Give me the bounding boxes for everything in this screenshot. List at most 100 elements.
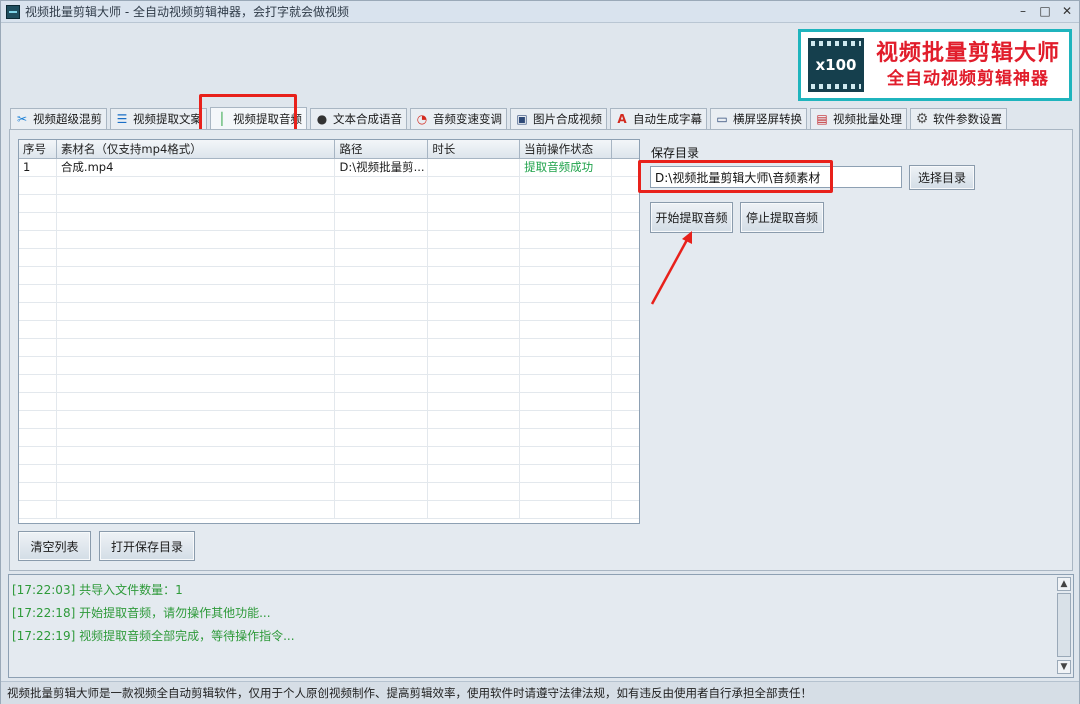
empty-cell [428,375,521,392]
tab-audio-speed[interactable]: ◔ 音频变速变调 [410,108,507,129]
empty-cell [57,231,336,248]
tab-label: 图片合成视频 [533,112,602,126]
maximize-button[interactable]: □ [1039,4,1051,18]
save-dir-highlight-box [638,160,833,193]
empty-cell [335,447,429,464]
empty-table-row [19,303,639,321]
tab-orientation-convert[interactable]: ▭ 横屏竖屏转换 [710,108,807,129]
tab-settings[interactable]: ⚙ 软件参数设置 [910,108,1007,129]
clear-list-button[interactable]: 清空列表 [18,531,91,561]
choose-dir-button[interactable]: 选择目录 [909,165,975,190]
empty-cell [520,303,613,320]
empty-cell [612,267,639,284]
empty-cell [57,429,336,446]
empty-cell [335,249,429,266]
empty-cell [19,483,57,500]
empty-cell [19,195,57,212]
tab-label: 软件参数设置 [933,112,1002,126]
empty-cell [335,267,429,284]
empty-cell [57,339,336,356]
cell-filler [612,159,639,176]
empty-cell [19,501,57,518]
empty-table-row [19,231,639,249]
empty-cell [57,177,336,194]
empty-cell [57,321,336,338]
empty-cell [612,321,639,338]
empty-table-row [19,429,639,447]
cell-status: 提取音频成功 [520,159,613,176]
table-header: 序号 素材名（仅支持mp4格式） 路径 时长 当前操作状态 [19,140,639,159]
empty-cell [19,357,57,374]
empty-cell [19,321,57,338]
column-header-path[interactable]: 路径 [335,140,429,158]
empty-cell [428,321,521,338]
empty-cell [520,429,613,446]
save-dir-label: 保存目录 [651,146,700,160]
empty-cell [612,465,639,482]
minimize-button[interactable]: – [1017,4,1029,18]
empty-cell [428,357,521,374]
empty-cell [57,267,336,284]
empty-cell [428,411,521,428]
empty-cell [520,195,613,212]
column-header-index[interactable]: 序号 [19,140,57,158]
empty-cell [57,411,336,428]
tab-highlight-box [199,94,297,132]
empty-cell [612,411,639,428]
gauge-icon: ◔ [416,112,428,126]
column-header-name[interactable]: 素材名（仅支持mp4格式） [57,140,336,158]
empty-cell [335,321,429,338]
empty-table-row [19,375,639,393]
log-line: [17:22:19] 视频提取音频全部完成，等待操作指令... [12,629,295,643]
empty-cell [19,375,57,392]
column-header-status[interactable]: 当前操作状态 [520,140,613,158]
brand-banner: x100 视频批量剪辑大师 全自动视频剪辑神器 [798,29,1072,101]
scroll-up-icon[interactable]: ▲ [1057,577,1071,591]
log-scrollbar[interactable]: ▲ ▼ [1056,576,1072,676]
empty-cell [428,213,521,230]
tab-text-to-speech[interactable]: ● 文本合成语音 [310,108,407,129]
tab-auto-subtitle[interactable]: A 自动生成字幕 [610,108,707,129]
empty-table-row [19,411,639,429]
tab-extract-text[interactable]: ☰ 视频提取文案 [110,108,207,129]
empty-cell [57,375,336,392]
window-title: 视频批量剪辑大师 - 全自动视频剪辑神器，会打字就会做视频 [25,5,349,19]
empty-cell [335,483,429,500]
column-header-duration[interactable]: 时长 [428,140,521,158]
empty-cell [335,213,429,230]
empty-cell [428,303,521,320]
empty-cell [428,483,521,500]
empty-cell [612,393,639,410]
empty-cell [57,501,336,518]
stop-extract-button[interactable]: 停止提取音频 [740,202,824,233]
tab-batch-process[interactable]: ▤ 视频批量处理 [810,108,907,129]
scroll-down-icon[interactable]: ▼ [1057,660,1071,674]
empty-cell [19,231,57,248]
empty-cell [19,177,57,194]
app-icon [6,4,20,19]
empty-cell [57,303,336,320]
empty-cell [612,375,639,392]
empty-cell [335,195,429,212]
empty-table-row [19,357,639,375]
empty-cell [612,213,639,230]
empty-cell [520,285,613,302]
empty-cell [57,195,336,212]
empty-table-row [19,321,639,339]
empty-cell [19,447,57,464]
empty-cell [612,303,639,320]
tab-video-mix[interactable]: ✂ 视频超级混剪 [10,108,107,129]
empty-table-row [19,339,639,357]
table-row[interactable]: 1 合成.mp4 D:\视频批量剪... 提取音频成功 [19,159,639,177]
empty-cell [19,465,57,482]
tab-label: 自动生成字幕 [633,112,702,126]
tab-image-to-video[interactable]: ▣ 图片合成视频 [510,108,607,129]
open-save-dir-button[interactable]: 打开保存目录 [99,531,195,561]
empty-cell [428,501,521,518]
close-button[interactable]: ✕ [1061,4,1073,18]
empty-cell [19,213,57,230]
scroll-thumb[interactable] [1057,593,1071,657]
empty-table-row [19,249,639,267]
empty-cell [335,411,429,428]
empty-cell [520,249,613,266]
